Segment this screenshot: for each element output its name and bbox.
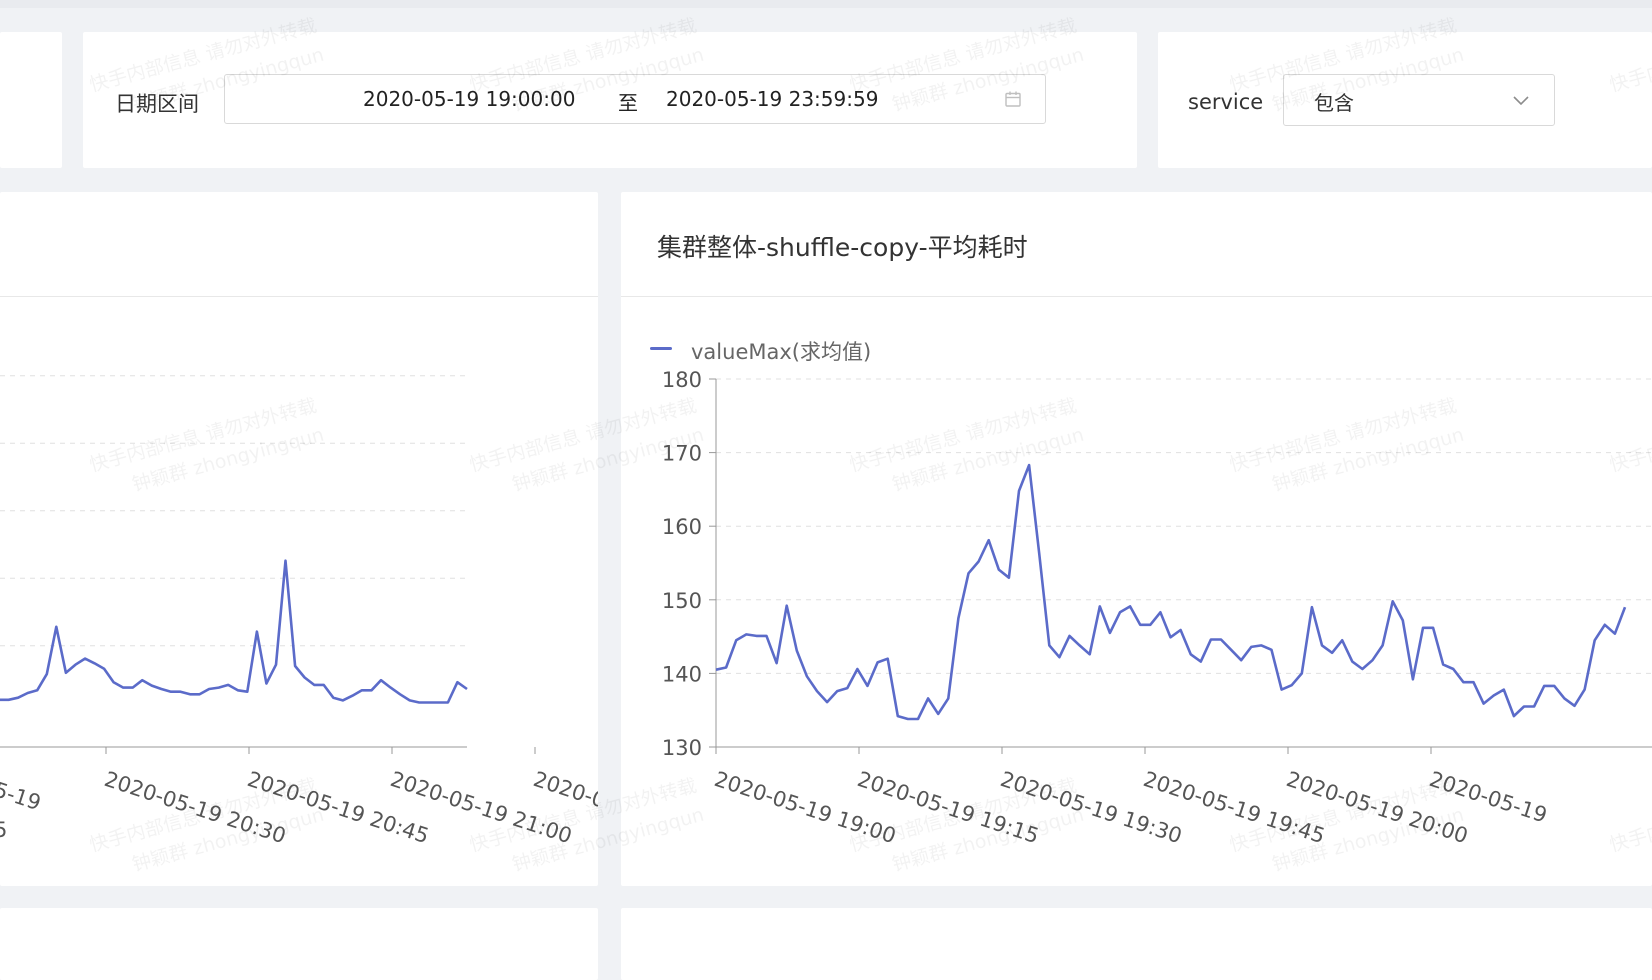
y-tick-label: 160 xyxy=(662,515,702,539)
y-tick-label: 150 xyxy=(662,589,702,613)
series-line[interactable] xyxy=(0,559,468,704)
date-filter-card: 日期区间 2020-05-19 19:00:00 至 2020-05-19 23… xyxy=(83,32,1137,168)
top-divider xyxy=(0,0,1652,8)
date-range-picker[interactable]: 2020-05-19 19:00:00 至 2020-05-19 23:59:5… xyxy=(224,74,1046,124)
y-tick-label: 140 xyxy=(662,662,702,686)
service-filter-card: service 包含 xyxy=(1158,32,1652,168)
y-tick-label: 170 xyxy=(662,442,702,466)
service-select-value: 包含 xyxy=(1314,91,1354,115)
date-range-label: 日期区间 xyxy=(115,92,199,116)
chart-panel-left: 0-05-19 2020-05-19 20:30 2020-05-19 20:45 2… xyxy=(0,192,598,886)
filter-card-left xyxy=(0,32,62,168)
date-range-separator: 至 xyxy=(618,91,638,115)
x-tick-label: 0-05-19 xyxy=(0,767,44,815)
chart-right: 1301401501601701802020-05-19 19:002020-0… xyxy=(662,368,1652,848)
date-start-value[interactable]: 2020-05-19 19:00:00 xyxy=(363,87,575,111)
chart-panel-bottom-left xyxy=(0,908,598,980)
date-end-value[interactable]: 2020-05-19 23:59:59 xyxy=(666,87,878,111)
chart-panel-right: 集群整体-shuffle-copy-平均耗时 valueMax(求均值) 130… xyxy=(621,192,1652,886)
service-label: service xyxy=(1188,90,1264,114)
y-tick-label: 180 xyxy=(662,368,702,392)
chart-left: 0-05-19 2020-05-19 20:302020-05-19 20:452… xyxy=(0,375,598,848)
series-line[interactable] xyxy=(715,463,1627,721)
x-tick-label-extra: 5 xyxy=(0,818,7,842)
service-select[interactable]: 包含 xyxy=(1283,74,1555,126)
chevron-down-icon[interactable] xyxy=(1512,93,1530,107)
chart-panel-bottom-right xyxy=(621,908,1652,980)
calendar-icon[interactable] xyxy=(1004,90,1022,108)
y-tick-label: 130 xyxy=(662,736,702,760)
